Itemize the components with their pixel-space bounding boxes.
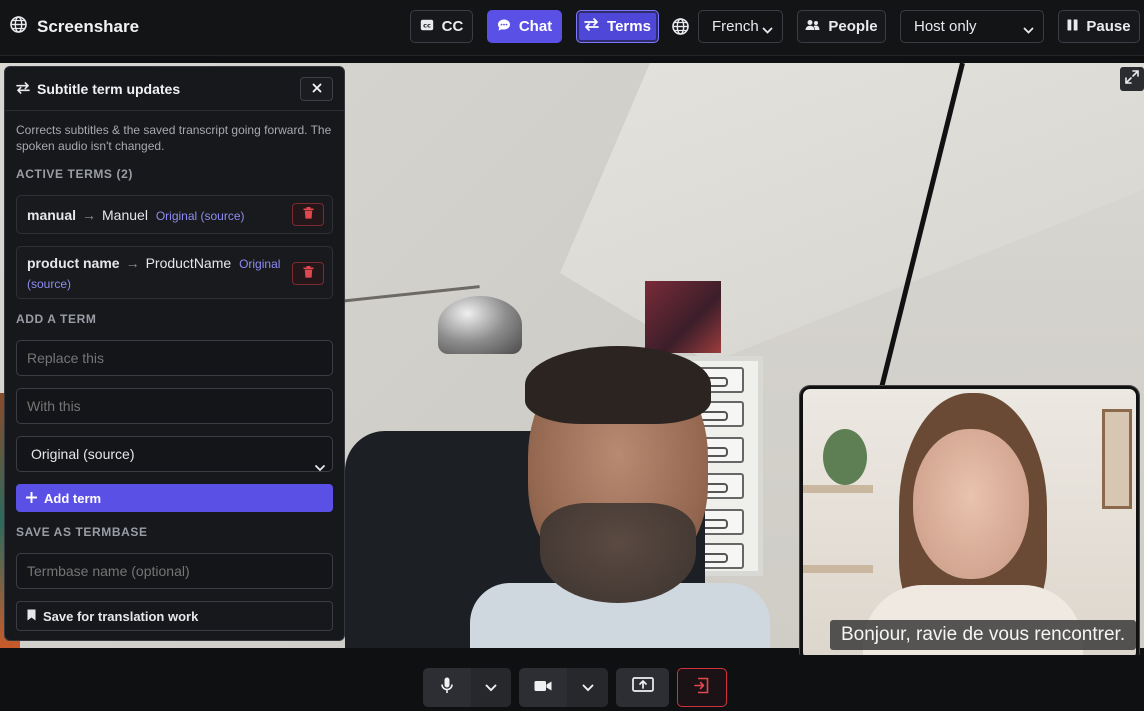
fullscreen-button[interactable] (1120, 67, 1144, 91)
save-for-translation-button[interactable]: Save for translation work (16, 601, 333, 631)
video-camera-icon (534, 679, 552, 697)
subtitle-caption: Bonjour, ravie de vous rencontrer. (830, 620, 1136, 650)
term-source: product name (27, 255, 120, 271)
audience-value: Host only (914, 18, 977, 35)
trash-icon (303, 265, 314, 283)
captions-icon: cc (420, 18, 434, 35)
globe-icon (10, 16, 27, 38)
term-row: product name → ProductName Original (sourc… (16, 246, 333, 299)
pip-shelf (803, 565, 873, 573)
bookmark-icon (27, 609, 36, 624)
term-row: manual → Manuel Original (source) (16, 195, 333, 234)
speaker-beard (540, 503, 696, 603)
svg-text:cc: cc (423, 22, 431, 30)
swap-arrows-icon (584, 18, 599, 35)
pip-speaker-face (913, 429, 1029, 579)
exit-icon (694, 677, 710, 699)
pip-wall-frame (1102, 409, 1132, 509)
chat-label: Chat (518, 18, 553, 35)
arrow-right-icon: → (82, 207, 97, 223)
top-toolbar: Screenshare cc CC Chat Terms French Peop… (0, 0, 1144, 56)
language-globe-icon (672, 18, 689, 40)
lamp-head (438, 296, 522, 354)
close-icon (312, 80, 322, 98)
wall-art (645, 281, 721, 353)
speaker-hair (525, 346, 711, 424)
plus-icon (25, 491, 38, 506)
add-term-heading: ADD A TERM (16, 312, 97, 326)
panel-header: Subtitle term updates (5, 67, 344, 111)
active-terms-heading: ACTIVE TERMS (2) (16, 167, 133, 181)
pause-icon (1067, 18, 1078, 35)
panel-title: Subtitle term updates (37, 81, 181, 97)
add-term-button[interactable]: Add term (16, 484, 333, 512)
leave-call-button[interactable] (677, 668, 727, 707)
term-scope-select[interactable]: Original (source) (16, 436, 333, 472)
term-mapping: manual → Manuel Original (source) (27, 207, 245, 223)
chat-button[interactable]: Chat (487, 10, 562, 43)
term-target: ProductName (145, 255, 232, 271)
expand-icon (1125, 69, 1139, 89)
language-select[interactable]: French (698, 10, 783, 43)
app-title: Screenshare (37, 17, 140, 36)
brand: Screenshare (10, 16, 139, 38)
picture-in-picture-video[interactable]: Bonjour, ravie de vous rencontrer. (800, 386, 1139, 662)
pause-button[interactable]: Pause (1058, 10, 1140, 43)
swap-arrows-icon (16, 81, 30, 99)
replace-this-input[interactable] (16, 340, 333, 376)
term-scope: Original (239, 257, 281, 271)
subtitle-terms-panel: Subtitle term updates Corrects subtitles… (4, 66, 345, 641)
trash-icon (303, 206, 314, 224)
pause-label: Pause (1086, 18, 1131, 35)
terms-button[interactable]: Terms (576, 10, 659, 43)
chat-bubble-icon (497, 18, 511, 36)
terms-label: Terms (607, 18, 651, 35)
chevron-down-icon (1023, 22, 1034, 39)
people-icon (805, 18, 820, 35)
termbase-name-input[interactable] (16, 553, 333, 589)
chevron-down-icon (485, 679, 497, 697)
arrow-right-icon: → (125, 255, 140, 271)
chevron-down-icon (315, 450, 325, 484)
save-for-translation-label: Save for translation work (43, 608, 199, 624)
add-term-label: Add term (44, 490, 102, 506)
chevron-down-icon (582, 679, 594, 697)
share-screen-button[interactable] (616, 668, 669, 707)
term-mapping: product name → ProductName Original (27, 255, 280, 271)
people-button[interactable]: People (797, 10, 886, 43)
microphone-button[interactable] (423, 668, 471, 707)
microphone-options-button[interactable] (471, 668, 511, 707)
pip-plant (823, 429, 867, 485)
call-controls (0, 655, 1144, 711)
delete-term-button[interactable] (292, 203, 324, 226)
with-this-input[interactable] (16, 388, 333, 424)
term-scope-value: Original (source) (31, 446, 135, 462)
close-panel-button[interactable] (300, 77, 333, 101)
language-value: French (712, 18, 759, 35)
screen-share-icon (631, 676, 654, 699)
panel-description: Corrects subtitles & the saved transcrip… (16, 123, 332, 153)
chevron-down-icon (762, 22, 773, 39)
camera-options-button[interactable] (567, 668, 608, 707)
term-source: manual (27, 207, 77, 223)
cc-label: CC (441, 18, 464, 35)
audience-select[interactable]: Host only (900, 10, 1044, 43)
microphone-icon (441, 677, 453, 699)
term-target: Manuel (102, 207, 148, 223)
term-scope: Original (source) (155, 209, 245, 223)
term-scope-continued: (source) (27, 277, 72, 291)
delete-term-button[interactable] (292, 262, 324, 285)
people-label: People (828, 18, 878, 35)
save-termbase-heading: SAVE AS TERMBASE (16, 525, 148, 539)
pip-shelf (803, 485, 873, 493)
camera-button[interactable] (519, 668, 567, 707)
cc-button[interactable]: cc CC (410, 10, 473, 43)
